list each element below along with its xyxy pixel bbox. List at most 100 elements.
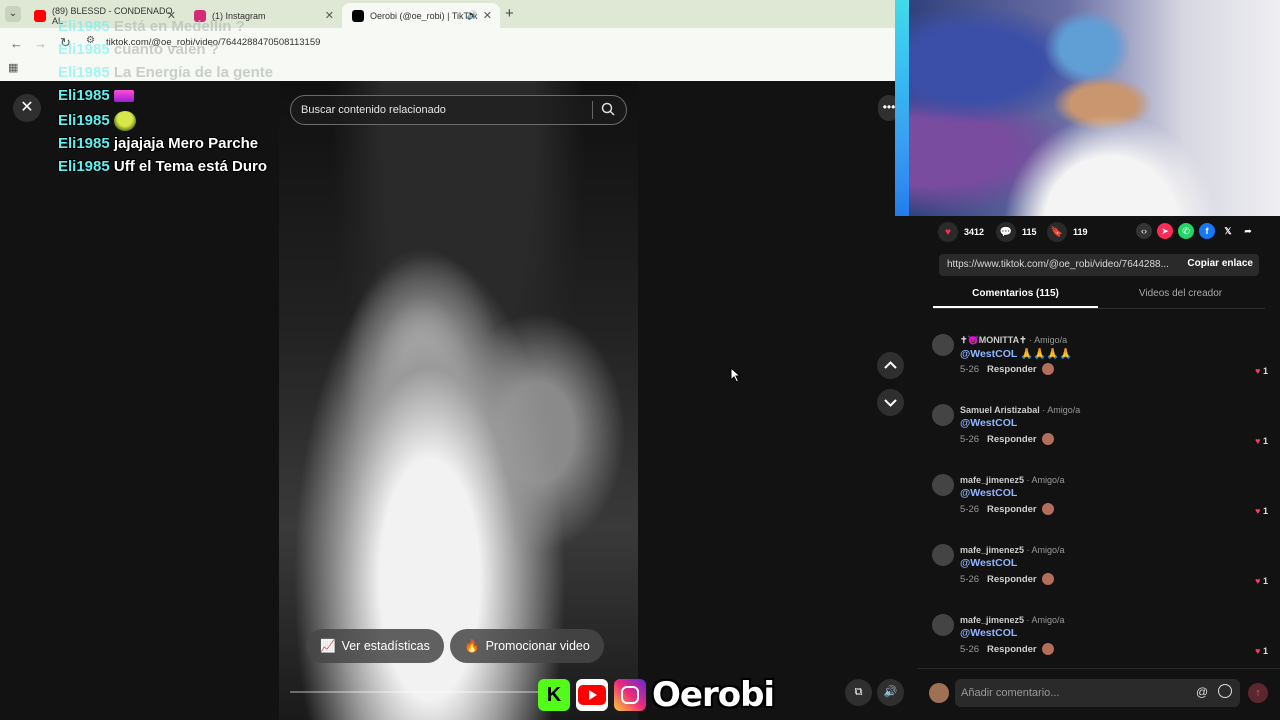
reply-button[interactable]: Responder [987, 364, 1037, 375]
reply-button[interactable]: Responder [987, 644, 1037, 655]
chat-message: Eli1985 La Energía de la gente [58, 64, 274, 81]
comment-like-button[interactable]: ♥ 1 [1255, 646, 1268, 656]
comment-author[interactable]: Samuel Aristizabal [960, 405, 1040, 415]
comment-like-button[interactable]: ♥ 1 [1255, 366, 1268, 376]
tab-tiktok[interactable]: Oerobi (@oe_robi) | TikTok 🔊 ✕ [342, 3, 500, 28]
comment-author[interactable]: mafe_jimenez5 [960, 615, 1024, 625]
reply-button[interactable]: Responder [987, 434, 1037, 445]
mention-link[interactable]: @WestCOL [960, 487, 1017, 499]
chat-message: Eli1985 Está en Medellín ? [58, 18, 245, 35]
close-icon[interactable]: ✕ [325, 9, 334, 22]
mention-icon[interactable]: @ [1196, 685, 1208, 699]
next-video-button[interactable] [877, 389, 904, 416]
heart-icon: ♥ [938, 222, 958, 242]
send-icon[interactable]: ➤ [1157, 223, 1173, 239]
send-comment-button[interactable]: ↑ [1248, 683, 1268, 703]
streamer-branding: K Oerobi [538, 675, 775, 715]
forward-icon[interactable]: → [34, 36, 47, 51]
search-divider [592, 101, 593, 119]
picture-in-picture-button[interactable]: ⧉ [845, 679, 872, 706]
mention-link[interactable]: @WestCOL [960, 417, 1017, 429]
comment-count: 115 [1022, 227, 1037, 237]
comment-date: 5-26 [960, 434, 980, 445]
creator-liked-avatar [1042, 433, 1054, 445]
led-strip [895, 0, 909, 216]
previous-video-button[interactable] [877, 352, 904, 379]
video-frame[interactable] [279, 81, 638, 720]
webcam-feed [895, 0, 1280, 216]
mention-link[interactable]: @WestCOL [960, 348, 1017, 360]
comment-button[interactable]: 💬 115 [996, 222, 1037, 242]
like-count: 3412 [964, 227, 985, 237]
instagram-icon [614, 679, 646, 711]
speaker-icon[interactable]: 🔊 [467, 10, 478, 21]
comment-like-button[interactable]: ♥ 1 [1255, 436, 1268, 446]
comment-author[interactable]: mafe_jimenez5 [960, 545, 1024, 555]
video-progress-bar[interactable] [290, 691, 540, 693]
view-stats-button[interactable]: 📈 Ver estadísticas [306, 629, 444, 663]
youtube-icon [576, 679, 608, 711]
emote-icon [113, 90, 134, 103]
whatsapp-icon[interactable]: ✆ [1178, 223, 1194, 239]
search-input[interactable]: Buscar contenido relacionado [290, 95, 627, 125]
mention-link[interactable]: @WestCOL [960, 627, 1017, 639]
chevron-down-icon [884, 399, 897, 407]
comment-item: Samuel Aristizabal · Amigo/a @WestCOL 5-… [932, 402, 1268, 462]
comment-date: 5-26 [960, 644, 980, 655]
avatar[interactable] [932, 544, 954, 566]
heart-icon: ♥ [1255, 506, 1261, 516]
x-icon[interactable]: 𝕏 [1220, 223, 1236, 239]
embed-icon[interactable]: ‹› [1136, 223, 1152, 239]
comment-date: 5-26 [960, 504, 980, 515]
close-icon[interactable]: ✕ [483, 9, 492, 22]
search-icon[interactable] [600, 101, 616, 117]
avatar[interactable] [932, 404, 954, 426]
comment-item: ✝😈MONITTA✝ · Amigo/a @WestCOL 🙏🙏🙏🙏 5-26 … [932, 332, 1268, 392]
comment-like-button[interactable]: ♥ 1 [1255, 506, 1268, 516]
emote-icon [113, 111, 136, 131]
mention-link[interactable]: @WestCOL [960, 557, 1017, 569]
comment-author[interactable]: mafe_jimenez5 [960, 475, 1024, 485]
comment-item: mafe_jimenez5 · Amigo/a @WestCOL 5-26 Re… [932, 612, 1268, 672]
avatar[interactable] [932, 614, 954, 636]
comment-date: 5-26 [960, 574, 980, 585]
chat-message: Eli1985 Uff el Tema está Duro [58, 158, 267, 175]
reply-button[interactable]: Responder [987, 504, 1037, 515]
chat-message: Eli1985 [58, 87, 134, 104]
heart-icon: ♥ [1255, 576, 1261, 586]
copy-link-button[interactable]: Copiar enlace [1187, 258, 1253, 269]
bookmark-icon: 🔖 [1047, 222, 1067, 242]
tab-comments[interactable]: Comentarios (115) [933, 288, 1098, 299]
apps-grid-icon[interactable]: ▦ [8, 61, 18, 74]
avatar[interactable] [932, 334, 954, 356]
back-icon[interactable]: ← [10, 36, 23, 51]
share-arrow-icon[interactable]: ➦ [1240, 223, 1256, 239]
save-count: 119 [1073, 227, 1088, 237]
heart-icon: ♥ [1255, 646, 1261, 656]
chevron-up-icon [884, 361, 897, 369]
tab-creator-videos[interactable]: Videos del creador [1098, 288, 1263, 299]
streamer-name: Oerobi [652, 675, 775, 715]
avatar[interactable] [932, 474, 954, 496]
close-player-button[interactable]: ✕ [13, 94, 41, 122]
save-button[interactable]: 🔖 119 [1047, 222, 1088, 242]
like-button[interactable]: ♥ 3412 [938, 222, 984, 242]
tab-search-icon[interactable]: ⌄ [5, 6, 21, 22]
new-tab-button[interactable]: + [505, 5, 514, 22]
chart-icon: 📈 [320, 638, 336, 653]
volume-button[interactable]: 🔊 [877, 679, 904, 706]
promote-video-button[interactable]: 🔥 Promocionar video [450, 629, 604, 663]
comments-panel: ♥ 3412 💬 115 🔖 119 ‹› ➤ ✆ f 𝕏 ➦ https://… [918, 216, 1280, 720]
facebook-icon[interactable]: f [1199, 223, 1215, 239]
chat-message: Eli1985 [58, 111, 136, 131]
comment-like-button[interactable]: ♥ 1 [1255, 576, 1268, 586]
video-link-box: https://www.tiktok.com/@oe_robi/video/76… [939, 254, 1259, 276]
creator-liked-avatar [1042, 573, 1054, 585]
emoji-icon[interactable] [1218, 684, 1232, 698]
reply-button[interactable]: Responder [987, 574, 1037, 585]
comment-item: mafe_jimenez5 · Amigo/a @WestCOL 5-26 Re… [932, 472, 1268, 532]
comment-author[interactable]: ✝😈MONITTA✝ [960, 335, 1027, 345]
video-player-area: ✕ Buscar contenido relacionado ••• 📈 Ver… [0, 81, 918, 720]
tab-divider [933, 308, 1265, 309]
video-link-url[interactable]: https://www.tiktok.com/@oe_robi/video/76… [947, 259, 1169, 270]
